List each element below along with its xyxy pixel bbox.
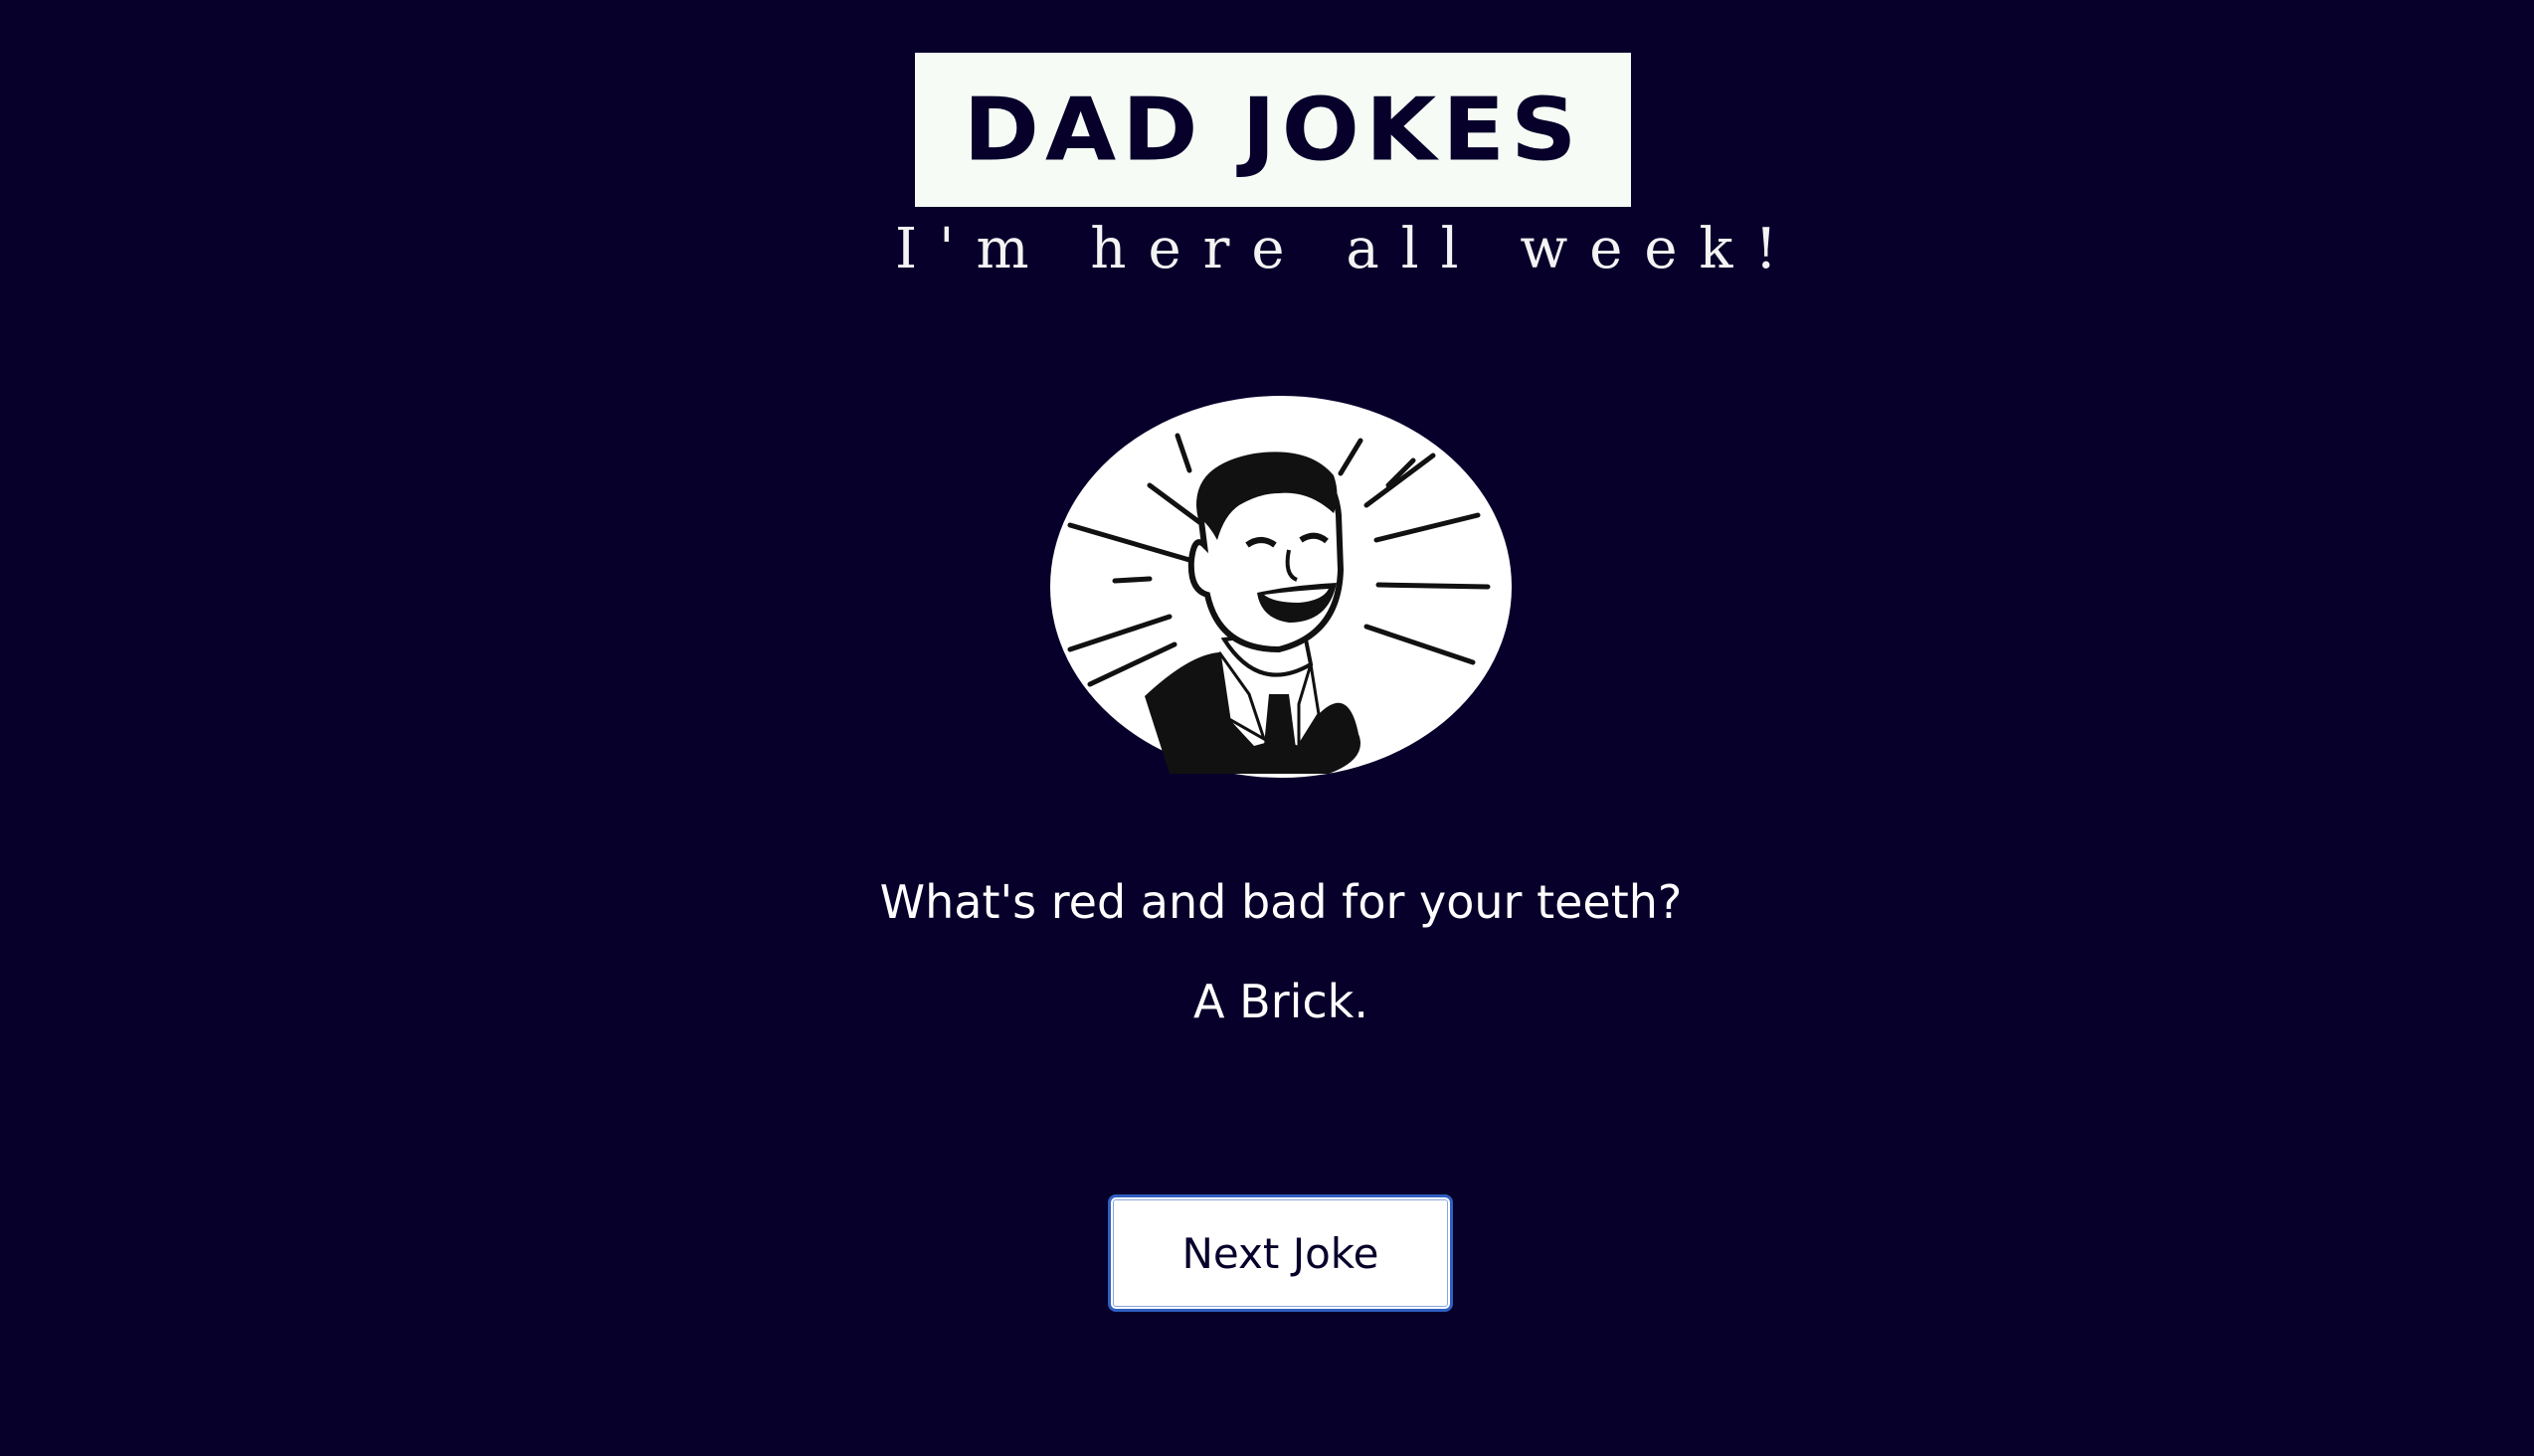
joke-setup-text: What's red and bad for your teeth?	[879, 875, 1683, 929]
joke-punchline-text: A Brick.	[1193, 975, 1368, 1028]
logo-title: DAD JOKES	[963, 79, 1583, 181]
laughing-man-icon	[1050, 396, 1512, 778]
tagline: I'm here all week!	[895, 217, 1799, 281]
logo-banner: DAD JOKES	[915, 53, 1631, 207]
next-joke-button[interactable]: Next Joke	[1108, 1194, 1453, 1312]
